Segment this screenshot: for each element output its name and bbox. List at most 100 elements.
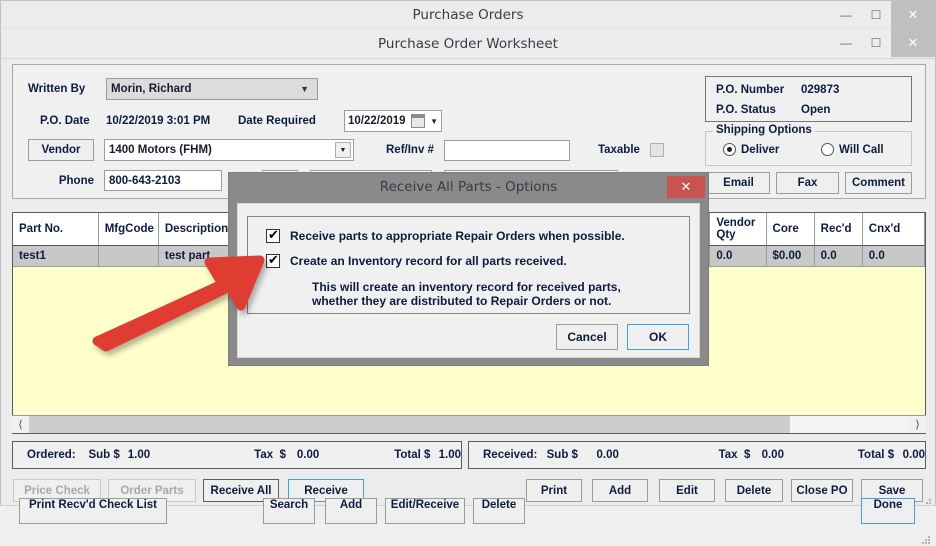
radio-deliver[interactable]: Deliver — [723, 143, 779, 156]
written-by-label: Written By — [28, 83, 86, 95]
col-part-no[interactable]: Part No. — [13, 213, 99, 246]
option-repair-orders-row[interactable]: Receive parts to appropriate Repair Orde… — [266, 227, 625, 243]
col-mfg-code[interactable]: MfgCode — [98, 213, 159, 246]
dialog-titlebar: Receive All Parts - Options ✕ — [229, 173, 708, 201]
parent-window-bottom-bar: Print Recv'd Check List Search Add Edit/… — [0, 498, 936, 545]
parent-delete-label: Delete — [481, 499, 517, 511]
ref-inv-input[interactable] — [443, 139, 570, 161]
option-inventory-record-label: Create an Inventory record for all parts… — [290, 254, 567, 268]
print-button[interactable]: Print — [526, 479, 582, 502]
option-inventory-record-note: This will create an inventory record for… — [312, 280, 621, 308]
po-info-box: P.O. Number 029873 P.O. Status Open — [705, 76, 912, 122]
col-vendor-qty[interactable]: Vendor Qty — [709, 213, 767, 246]
dialog-ok-button[interactable]: OK — [627, 324, 689, 350]
po-date-value: 10/22/2019 3:01 PM — [106, 115, 211, 127]
cell-mfg-code — [98, 245, 159, 267]
dialog-close-icon[interactable]: ✕ — [667, 176, 705, 198]
receive-all-parts-options-dialog: Receive All Parts - Options ✕ Receive pa… — [229, 173, 708, 365]
dialog-options-group: Receive parts to appropriate Repair Orde… — [247, 216, 690, 314]
date-required-label: Date Required — [238, 115, 316, 127]
vendor-dropdown[interactable]: 1400 Motors (FHM) ▼ — [104, 139, 354, 161]
phone-label: Phone — [58, 174, 94, 187]
written-by-dropdown[interactable]: Morin, Richard ▼ — [106, 78, 318, 100]
po-number-label: P.O. Number — [716, 84, 785, 96]
written-by-row: Written By Morin, Richard ▼ — [28, 78, 318, 100]
radio-will-call-label: Will Call — [839, 143, 884, 156]
parent-search-button[interactable]: Search — [263, 498, 315, 524]
close-po-button[interactable]: Close PO — [791, 479, 853, 502]
parent-maximize-icon[interactable]: ☐ — [861, 1, 891, 29]
parent-window-title: Purchase Orders — [412, 6, 524, 23]
col-cnxd[interactable]: Cnx'd — [862, 213, 925, 246]
scroll-thumb[interactable] — [29, 416, 791, 433]
chevron-down-icon: ▼ — [430, 117, 438, 126]
received-tax-label: Tax $ — [718, 449, 751, 461]
worksheet-window-title: Purchase Order Worksheet — [378, 35, 558, 52]
written-by-value: Morin, Richard — [111, 83, 192, 95]
ordered-tax-label: Tax $ — [254, 449, 286, 461]
col-core[interactable]: Core — [766, 213, 815, 246]
po-number-value: 029873 — [801, 84, 840, 96]
po-status-label: P.O. Status — [716, 104, 776, 116]
vendor-button[interactable]: Vendor — [28, 139, 94, 161]
scroll-track[interactable] — [29, 416, 909, 433]
ordered-sub-value: 1.00 — [127, 449, 151, 461]
print-recvd-check-list-button[interactable]: Print Recv'd Check List — [19, 498, 167, 524]
grid-horizontal-scrollbar[interactable]: ⟨ ⟩ — [12, 415, 926, 433]
radio-deliver-label: Deliver — [741, 143, 780, 156]
comment-button[interactable]: Comment — [845, 172, 912, 194]
col-recd[interactable]: Rec'd — [814, 213, 863, 246]
received-label: Received: — [483, 449, 538, 461]
po-date-row: P.O. Date 10/22/2019 3:01 PM Date Requir… — [40, 110, 442, 132]
dialog-body: Receive parts to appropriate Repair Orde… — [237, 203, 700, 358]
ordered-tax-value: 0.00 — [296, 449, 320, 461]
col-vendor-qty-line1: Vendor — [716, 217, 756, 229]
parent-edit-receive-button[interactable]: Edit/Receive — [385, 498, 465, 524]
taxable-checkbox[interactable] — [649, 143, 664, 157]
dialog-cancel-button[interactable]: Cancel — [556, 324, 618, 350]
worksheet-maximize-icon[interactable]: ☐ — [861, 29, 891, 57]
worksheet-minimize-icon[interactable]: — — [831, 29, 861, 57]
ordered-totals: Ordered: Sub $ 1.00 Tax $ 0.00 Total $ 1… — [12, 441, 462, 469]
edit-button[interactable]: Edit — [659, 479, 715, 502]
received-totals: Received: Sub $ 0.00 Tax $ 0.00 Total $ … — [468, 441, 926, 469]
parent-window-controls: — ☐ ✕ — [831, 1, 935, 29]
parent-minimize-icon[interactable]: — — [831, 1, 861, 29]
parent-delete-button[interactable]: Delete — [473, 498, 525, 524]
scroll-left-icon[interactable]: ⟨ — [12, 416, 29, 433]
cell-cnxd: 0.0 — [862, 245, 925, 267]
radio-will-call-icon — [821, 143, 834, 156]
option-repair-orders-label: Receive parts to appropriate Repair Orde… — [290, 229, 625, 243]
parent-edit-receive-label: Edit/Receive — [390, 499, 460, 511]
fax-button[interactable]: Fax — [776, 172, 839, 194]
parent-done-button[interactable]: Done — [861, 498, 915, 524]
parent-add-button[interactable]: Add — [325, 498, 377, 524]
delete-button[interactable]: Delete — [725, 479, 783, 502]
radio-will-call[interactable]: Will Call — [821, 143, 884, 156]
add-button[interactable]: Add — [592, 479, 648, 502]
cell-recd: 0.0 — [814, 245, 863, 267]
parent-titlebar: Purchase Orders — ☐ ✕ — [1, 1, 935, 29]
phone-input[interactable]: 800-643-2103 — [104, 170, 222, 191]
print-recvd-check-list-label: Print Recv'd Check List — [29, 499, 157, 511]
parent-search-label: Search — [269, 499, 309, 511]
checkbox-inventory-record-icon[interactable] — [266, 252, 280, 268]
chevron-down-icon: ▼ — [300, 84, 309, 94]
dialog-title: Receive All Parts - Options — [379, 179, 558, 195]
chevron-down-icon[interactable]: ▼ — [335, 142, 351, 158]
po-status-value: Open — [801, 104, 831, 116]
scroll-right-icon[interactable]: ⟩ — [909, 416, 926, 433]
phone-value: 800-643-2103 — [109, 174, 181, 187]
email-button[interactable]: Email — [707, 172, 770, 194]
po-date-label: P.O. Date — [40, 115, 90, 127]
worksheet-close-icon[interactable]: ✕ — [891, 29, 935, 57]
cell-part-no: test1 — [13, 245, 99, 267]
date-required-input[interactable]: 10/22/2019 ▼ — [344, 110, 442, 132]
checkbox-repair-orders-icon[interactable] — [266, 227, 280, 243]
option-inventory-record-row[interactable]: Create an Inventory record for all parts… — [266, 252, 567, 268]
ordered-sub-label: Sub $ — [88, 449, 120, 461]
col-vendor-qty-line2: Qty — [716, 229, 736, 241]
calendar-icon — [411, 114, 425, 128]
worksheet-window-controls: — ☐ ✕ — [831, 29, 935, 57]
parent-close-icon[interactable]: ✕ — [891, 1, 935, 29]
